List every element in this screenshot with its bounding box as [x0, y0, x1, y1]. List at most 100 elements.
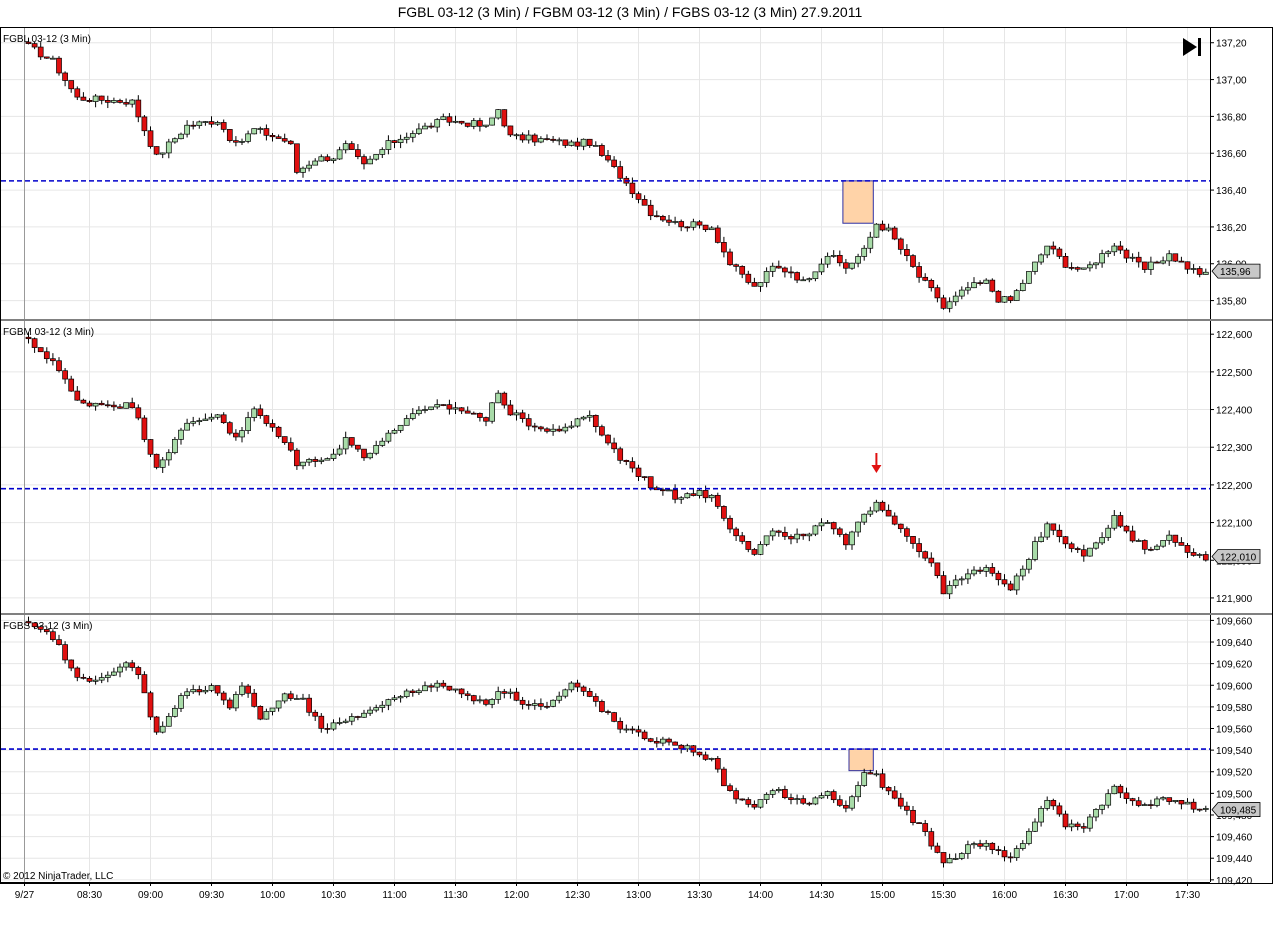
candle-body — [971, 569, 977, 575]
candle-body — [446, 116, 453, 123]
candle-up — [1087, 261, 1093, 272]
candle-body — [1050, 800, 1057, 807]
candle-up — [1080, 267, 1087, 270]
panel-1[interactable]: 137,20137,00136,80136,60136,40136,20136,… — [0, 28, 1273, 321]
candle-body — [855, 785, 861, 798]
candle-body — [550, 428, 556, 432]
candle-body — [1001, 850, 1008, 858]
candle-body — [1196, 554, 1203, 556]
candle-body — [544, 138, 550, 140]
candle-body — [68, 378, 75, 392]
candle-down — [1001, 846, 1008, 862]
candle-down — [287, 437, 294, 453]
candle-up — [159, 152, 166, 159]
candle-body — [733, 264, 739, 267]
candle-body — [489, 402, 495, 422]
candle-up — [330, 719, 337, 731]
candle-body — [940, 575, 947, 595]
candle-body — [1068, 543, 1075, 549]
skip-to-end-icon[interactable] — [1183, 38, 1201, 56]
candle-down — [446, 113, 453, 127]
candle-up — [1148, 256, 1154, 275]
candle-body — [324, 458, 331, 461]
candle-up — [769, 788, 776, 798]
panel-3[interactable]: 109,660 109,640 109,620 109,600 109,580 109,5… — [1, 615, 1261, 887]
candle-down — [995, 570, 1002, 586]
candle-up — [592, 141, 599, 147]
y-tick-label: 136,40 — [1216, 186, 1247, 197]
candle-body — [361, 156, 367, 165]
panel-2[interactable]: 122,600 122,500 122,400 122,300 122,200 122,1… — [0, 321, 1273, 615]
candle-up — [300, 461, 306, 470]
candle-body — [727, 517, 733, 530]
candle-body — [983, 567, 990, 572]
candle-up — [434, 118, 441, 133]
candle-body — [25, 41, 32, 44]
candle-up — [812, 524, 819, 537]
candle-body — [440, 682, 447, 687]
candle-body — [1001, 296, 1008, 303]
candle-up — [172, 436, 178, 455]
candle-down — [660, 214, 666, 222]
candle-body — [885, 509, 892, 517]
candle-down — [1007, 580, 1014, 592]
candle-up — [873, 223, 880, 238]
candle-up — [885, 223, 892, 232]
candle-up — [251, 128, 258, 135]
candle-up — [275, 700, 282, 712]
candle-body — [287, 140, 294, 145]
candle-body — [1148, 548, 1154, 551]
panel-label: FGBM 03-12 (3 Min) — [3, 327, 94, 338]
candle-down — [891, 512, 898, 526]
candle-body — [653, 741, 660, 744]
candle-down — [98, 400, 105, 406]
candle-body — [531, 425, 538, 428]
candle-up — [233, 691, 239, 712]
candle-up — [861, 513, 868, 525]
candle-up — [1087, 547, 1093, 557]
candle-up — [391, 695, 398, 702]
candle-body — [257, 705, 264, 720]
candle-body — [843, 262, 849, 269]
candle-body — [361, 712, 367, 718]
candle-up — [208, 413, 215, 422]
candle-body — [98, 95, 105, 101]
candle-down — [672, 741, 678, 746]
candle-body — [294, 143, 300, 173]
candle-body — [891, 790, 898, 799]
candle-down — [1074, 546, 1081, 554]
candle-down — [739, 265, 746, 279]
candle-up — [452, 401, 459, 415]
candle-down — [977, 280, 983, 286]
candle-down — [586, 687, 593, 698]
candle-down — [477, 117, 483, 132]
candle-down — [928, 827, 935, 850]
candle-body — [824, 522, 831, 524]
candle-down — [37, 347, 44, 353]
candle-down — [458, 120, 465, 125]
candle-body — [141, 417, 148, 440]
candle-body — [458, 407, 465, 412]
candle-down — [446, 399, 453, 415]
candle-down — [519, 696, 526, 710]
candle-up — [385, 698, 392, 711]
candle-up — [1141, 802, 1148, 806]
candle-body — [123, 102, 129, 105]
candle-down — [666, 737, 672, 746]
candle-up — [1013, 288, 1020, 301]
candle-body — [629, 461, 636, 469]
multi-panel-candlestick-chart[interactable]: 137,20137,00136,80136,60136,40136,20136,… — [0, 0, 1274, 928]
candle-body — [739, 798, 746, 801]
candle-body — [965, 844, 971, 854]
candle-up — [965, 568, 971, 584]
candle-body — [513, 134, 520, 137]
candle-down — [904, 801, 910, 816]
candle-down — [269, 133, 276, 142]
candle-body — [1074, 267, 1081, 270]
candle-body — [568, 425, 575, 428]
candle-up — [1068, 819, 1075, 832]
candle-up — [1099, 249, 1105, 268]
candle-down — [1123, 787, 1130, 804]
candle-body — [1007, 296, 1014, 301]
candle-body — [184, 124, 190, 135]
